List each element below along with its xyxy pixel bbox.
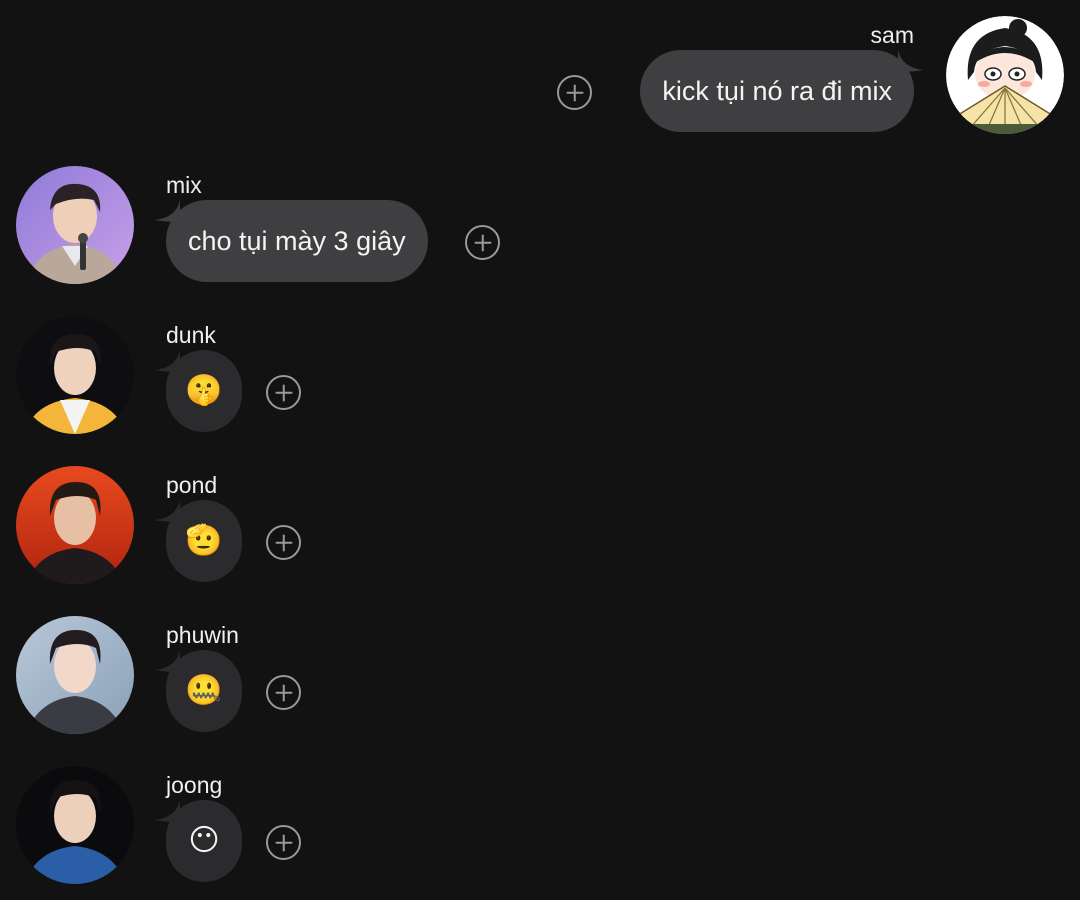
sender-name-joong: joong <box>166 772 223 798</box>
sender-name-phuwin: phuwin <box>166 622 239 648</box>
avatar-dunk[interactable] <box>16 316 134 434</box>
sender-name-sam: sam <box>870 22 914 48</box>
avatar-phuwin[interactable] <box>16 616 134 734</box>
avatar-mix[interactable] <box>16 166 134 284</box>
chat-thread: sam kick tụi nó ra đi mix mix cho tụi mà… <box>0 0 1080 900</box>
add-reaction-icon[interactable] <box>557 75 592 110</box>
add-reaction-icon[interactable] <box>266 675 301 710</box>
avatar-pond[interactable] <box>16 466 134 584</box>
avatar-sam[interactable] <box>946 16 1064 134</box>
add-reaction-icon[interactable] <box>266 825 301 860</box>
sender-name-dunk: dunk <box>166 322 216 348</box>
message-bubble-sam[interactable]: kick tụi nó ra đi mix <box>640 50 914 132</box>
message-bubble-mix[interactable]: cho tụi mày 3 giây <box>166 200 428 282</box>
add-reaction-icon[interactable] <box>465 225 500 260</box>
message-bubble-dunk[interactable]: 🤫 <box>166 350 242 432</box>
add-reaction-icon[interactable] <box>266 375 301 410</box>
message-bubble-pond[interactable]: 🫡 <box>166 500 242 582</box>
add-reaction-icon[interactable] <box>266 525 301 560</box>
message-bubble-phuwin[interactable]: 🤐 <box>166 650 242 732</box>
message-bubble-joong[interactable]: 😶 <box>166 800 242 882</box>
sender-name-mix: mix <box>166 172 202 198</box>
sender-name-pond: pond <box>166 472 218 498</box>
avatar-joong[interactable] <box>16 766 134 884</box>
